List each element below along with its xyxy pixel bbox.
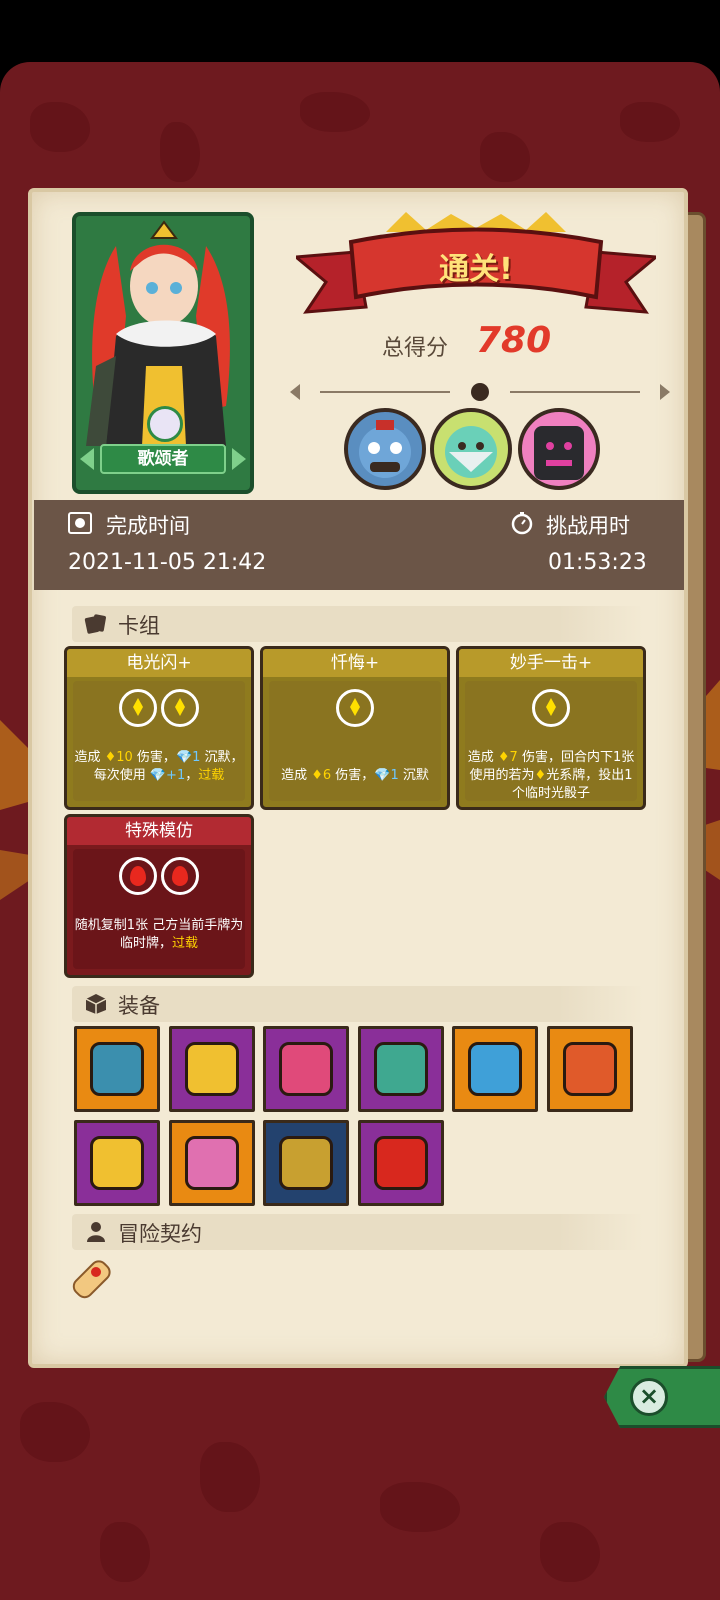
challenge-duration-value: 01:53:23	[548, 550, 647, 575]
red-sack-item-icon	[373, 1136, 428, 1190]
ice-shield-item-icon	[468, 1042, 522, 1096]
hero-portrait[interactable]: 歌颂者	[72, 212, 254, 494]
card-cost	[67, 857, 251, 895]
deck-section-header: 卡组	[72, 606, 644, 642]
boss-portrait-1[interactable]	[344, 408, 426, 490]
light-gem-icon	[161, 689, 199, 727]
total-score-label: 总得分	[382, 336, 449, 361]
deck-section-title: 卡组	[118, 614, 160, 638]
total-score-value: 780	[476, 320, 552, 361]
contract-section-header: 冒险契约	[72, 1214, 644, 1250]
pink-flower-item-icon	[184, 1136, 239, 1190]
close-icon[interactable]: ×	[630, 1378, 668, 1416]
challenge-duration-label: 挑战用时	[546, 514, 630, 538]
card-title: 特殊模仿	[67, 817, 251, 845]
boss-portrait-2[interactable]	[430, 408, 512, 490]
light-gem-icon	[532, 689, 570, 727]
fire-gem-icon	[119, 857, 157, 895]
contract-scroll-icon[interactable]	[66, 1254, 116, 1306]
jeweled-ring-item[interactable]	[263, 1120, 349, 1206]
person-icon	[87, 1222, 105, 1242]
red-sack-item[interactable]	[357, 1120, 444, 1206]
donut-item-icon	[562, 1042, 617, 1096]
complete-time-label: 完成时间	[106, 514, 190, 538]
next-hero-arrow-icon[interactable]	[232, 448, 246, 470]
card-title: 电光闪+	[67, 649, 251, 677]
equipment-section-title: 装备	[118, 994, 160, 1018]
deck-card[interactable]: 妙手一击+ 造成 ♦7 伤害，回合内下1张使用的若为♦光系牌，投出1个临时光骰子	[456, 646, 646, 810]
vase-item-icon	[90, 1042, 144, 1096]
card-description: 造成 ♦10 伤害，💎1 沉默，每次使用 💎+1，过载	[74, 750, 244, 783]
boss-portrait-3[interactable]	[518, 408, 600, 490]
card-cost	[67, 689, 251, 727]
clock-golem-item-icon	[373, 1042, 428, 1096]
deck-card[interactable]: 电光闪+ 造成 ♦10 伤害，💎1 沉默，每次使用 💎+1，过载	[64, 646, 254, 810]
class-emblem-icon	[147, 406, 183, 442]
cheese-cube-item[interactable]	[168, 1026, 255, 1112]
card-description: 造成 ♦6 伤害，💎1 沉默	[281, 768, 429, 783]
card-description: 造成 ♦7 伤害，回合内下1张使用的若为♦光系牌，投出1个临时光骰子	[467, 750, 635, 801]
deck-card[interactable]: 忏悔+ 造成 ♦6 伤害，💎1 沉默	[260, 646, 450, 810]
jeweled-ring-item-icon	[279, 1136, 333, 1190]
gold-triangle-item[interactable]	[74, 1120, 160, 1206]
card-cost	[263, 689, 447, 727]
gold-triangle-item-icon	[90, 1136, 144, 1190]
ornament-divider	[290, 383, 670, 401]
prev-hero-arrow-icon[interactable]	[80, 448, 94, 470]
light-gem-icon	[119, 689, 157, 727]
film-icon	[68, 512, 92, 534]
card-cost	[459, 689, 643, 727]
cards-icon	[84, 614, 106, 634]
stopwatch-icon	[511, 512, 533, 535]
pink-cloth-item-icon	[279, 1042, 333, 1096]
contract-section-title: 冒险契约	[118, 1222, 202, 1246]
card-description: 随机复制1张 己方当前手牌为临时牌，过载	[74, 918, 244, 951]
ice-shield-item[interactable]	[452, 1026, 538, 1112]
complete-time-value: 2021-11-05 21:42	[68, 550, 267, 575]
cheese-cube-item-icon	[184, 1042, 239, 1096]
card-title: 忏悔+	[263, 649, 447, 677]
pink-flower-item[interactable]	[168, 1120, 255, 1206]
clock-golem-item[interactable]	[357, 1026, 444, 1112]
victory-title: 通关!	[439, 252, 513, 287]
equipment-section-header: 装备	[72, 986, 644, 1022]
card-title: 妙手一击+	[459, 649, 643, 677]
deck-card[interactable]: 特殊模仿 随机复制1张 己方当前手牌为临时牌，过载	[64, 814, 254, 978]
hero-name: 歌颂者	[100, 444, 226, 474]
time-info-band: 完成时间 2021-11-05 21:42 挑战用时 01:53:23	[34, 500, 684, 590]
vase-item[interactable]	[74, 1026, 160, 1112]
light-gem-icon	[336, 689, 374, 727]
box-icon	[85, 994, 107, 1014]
donut-item[interactable]	[546, 1026, 633, 1112]
pink-cloth-item[interactable]	[263, 1026, 349, 1112]
fire-gem-icon	[161, 857, 199, 895]
